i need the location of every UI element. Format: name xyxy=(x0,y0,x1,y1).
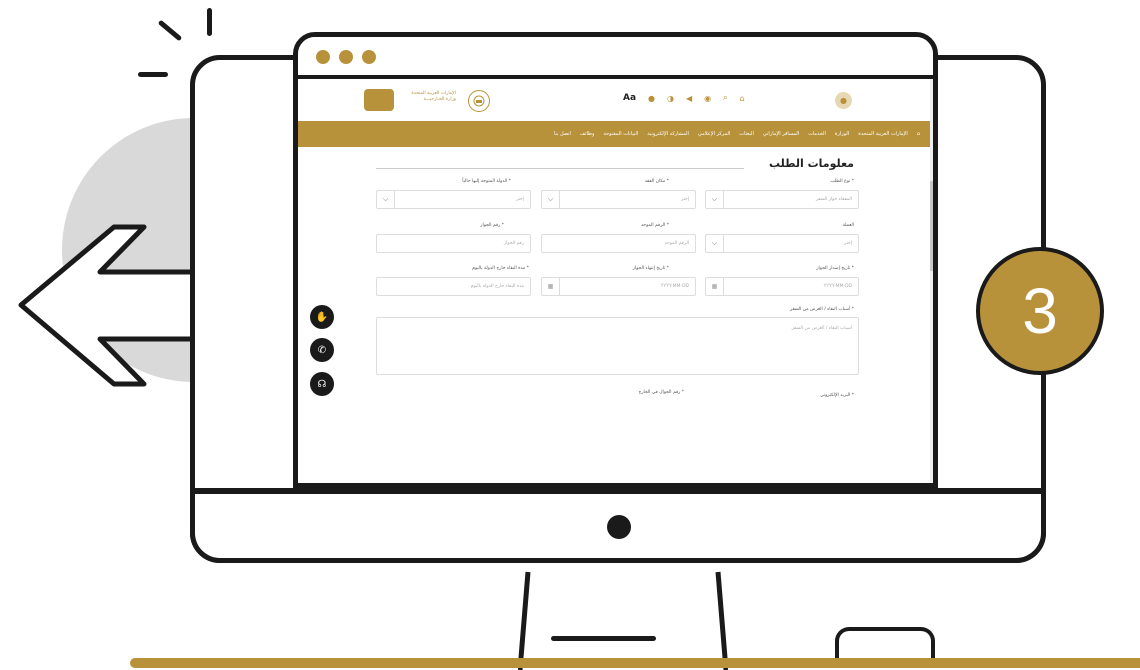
globe-icon[interactable]: ◉ xyxy=(704,94,711,103)
browser-titlebar xyxy=(298,37,933,79)
reasons-placeholder: أسباب البقاء / الغرض من السفر xyxy=(791,326,852,331)
site-header: الإمارات العربية المتحدة وزارة الخـارجيـ… xyxy=(298,79,933,121)
expiry-date-label: تاريخ إنتهاء الجواز * xyxy=(632,266,669,271)
monitor-stand xyxy=(518,571,728,670)
user-avatar-icon[interactable]: ● xyxy=(835,92,852,109)
scrollbar-track[interactable] xyxy=(930,79,933,483)
passport-number-label: رقم الجواز * xyxy=(480,223,504,228)
sign-language-icon[interactable]: ✋ xyxy=(310,305,334,329)
window-dot[interactable] xyxy=(316,50,330,64)
reasons-textarea[interactable]: أسباب البقاء / الغرض من السفر xyxy=(376,317,859,375)
chevron-down-icon: ⌵ xyxy=(377,191,395,208)
whatsapp-icon[interactable]: ✆ xyxy=(310,338,334,362)
nav-item-eparticipation[interactable]: المشاركة الإلكترونية xyxy=(647,131,689,137)
stay-duration-input[interactable]: مدة البقاء خارج الدولة باليوم xyxy=(376,277,531,296)
target-country-select[interactable]: ⌵ إختر xyxy=(376,190,531,209)
palette-icon[interactable]: ● xyxy=(648,94,655,103)
emblem-logo xyxy=(364,89,394,111)
nav-item-missions[interactable]: البعثات xyxy=(739,131,754,137)
calendar-icon[interactable]: ▦ xyxy=(542,278,560,295)
email-label: البريد الإلكتروني * xyxy=(820,393,854,398)
issue-date-label: تاريخ إصدار الجواز * xyxy=(816,266,854,271)
place-of-loss-select[interactable]: ⌵ إختر xyxy=(541,190,696,209)
nav-item-traveller[interactable]: المسافر الإماراتي xyxy=(763,131,799,137)
stand-grip xyxy=(551,636,656,641)
spark-line xyxy=(138,72,168,77)
issue-date-placeholder: YYYY-MM-DD xyxy=(823,284,852,289)
request-type-value: المفقاء جواز السفر xyxy=(815,197,852,202)
reasons-label: أسباب البقاء / الغرض من السفر * xyxy=(789,307,854,312)
monitor-button xyxy=(607,515,631,539)
nav-item-media[interactable]: المركز الإعلامي xyxy=(698,131,730,137)
nav-item-contact[interactable]: اتصل بنا xyxy=(554,131,571,137)
window-dot[interactable] xyxy=(339,50,353,64)
place-of-loss-label: مكان الفقد * xyxy=(644,179,669,184)
currency-select[interactable]: ⌵ إختر xyxy=(705,234,859,253)
logo-text: الإمارات العربية المتحدة وزارة الخـارجيـ… xyxy=(411,91,456,102)
nav-item-ministry[interactable]: الوزارة xyxy=(835,131,849,137)
stay-duration-label: مدة البقاء خارج الدولة باليوم * xyxy=(472,266,529,271)
step-number-badge: 3 xyxy=(976,247,1104,375)
currency-value: إختر xyxy=(844,241,852,246)
back-arrow-icon xyxy=(18,224,199,387)
target-country-value: إختر xyxy=(516,197,524,202)
unified-number-label: الرقم الموحد * xyxy=(640,223,669,228)
search-icon[interactable]: ⌕ xyxy=(723,93,727,103)
request-type-label: نوع الطلب * xyxy=(830,179,854,184)
font-size-icon[interactable]: Aa xyxy=(623,93,636,103)
home-nav-icon[interactable]: ⌂ xyxy=(917,131,920,137)
issue-date-input[interactable]: ▦ YYYY-MM-DD xyxy=(705,277,859,296)
spark-line xyxy=(207,8,212,36)
window-dot[interactable] xyxy=(362,50,376,64)
main-nav: ⌂ الإمارات العربية المتحدة الوزارة الخدم… xyxy=(298,121,933,147)
chevron-down-icon: ⌵ xyxy=(706,235,724,252)
unified-number-input[interactable]: الرقم الموحد xyxy=(541,234,696,253)
nav-item-jobs[interactable]: وظائف xyxy=(580,131,595,137)
divider xyxy=(376,168,744,169)
desk-shelf xyxy=(130,658,1140,668)
request-type-select[interactable]: ⌵ المفقاء جواز السفر xyxy=(705,190,859,209)
passport-number-placeholder: رقم الجواز xyxy=(503,241,524,246)
accessibility-toolbar: Aa ● ◑ ◀ ◉ ⌕ ⌂ xyxy=(623,93,745,103)
scrollbar-thumb[interactable] xyxy=(930,181,933,271)
section-title: معلومات الطلب xyxy=(769,157,854,170)
support-headset-icon[interactable]: ☊ xyxy=(310,372,334,396)
nav-item-opendata[interactable]: البيانات المفتوحة xyxy=(603,131,638,137)
expiry-date-input[interactable]: ▦ YYYY-MM-DD xyxy=(541,277,696,296)
currency-label: العملة xyxy=(842,223,854,228)
place-of-loss-value: إختر xyxy=(681,197,689,202)
nav-item-uae[interactable]: الإمارات العربية المتحدة xyxy=(858,131,908,137)
abroad-phone-label: رقم الجوال في الخارج * xyxy=(638,390,684,395)
chevron-down-icon: ⌵ xyxy=(542,191,560,208)
contrast-icon[interactable]: ◑ xyxy=(667,94,674,103)
nav-item-services[interactable]: الخدمات xyxy=(808,131,826,137)
browser-window: الإمارات العربية المتحدة وزارة الخـارجيـ… xyxy=(293,32,938,488)
unified-number-placeholder: الرقم الموحد xyxy=(664,241,689,246)
home-icon[interactable]: ⌂ xyxy=(740,94,745,103)
chevron-down-icon: ⌵ xyxy=(706,191,724,208)
calendar-icon[interactable]: ▦ xyxy=(706,278,724,295)
spark-line xyxy=(157,19,183,42)
expiry-date-placeholder: YYYY-MM-DD xyxy=(660,284,689,289)
passport-number-input[interactable]: رقم الجواز xyxy=(376,234,531,253)
seal-icon xyxy=(468,90,490,112)
target-country-label: الدولة المتوجه إليها حالياً * xyxy=(462,179,511,184)
speaker-icon[interactable]: ◀ xyxy=(686,94,692,103)
web-page: الإمارات العربية المتحدة وزارة الخـارجيـ… xyxy=(298,79,933,483)
stay-duration-placeholder: مدة البقاء خارج الدولة باليوم xyxy=(470,284,524,289)
